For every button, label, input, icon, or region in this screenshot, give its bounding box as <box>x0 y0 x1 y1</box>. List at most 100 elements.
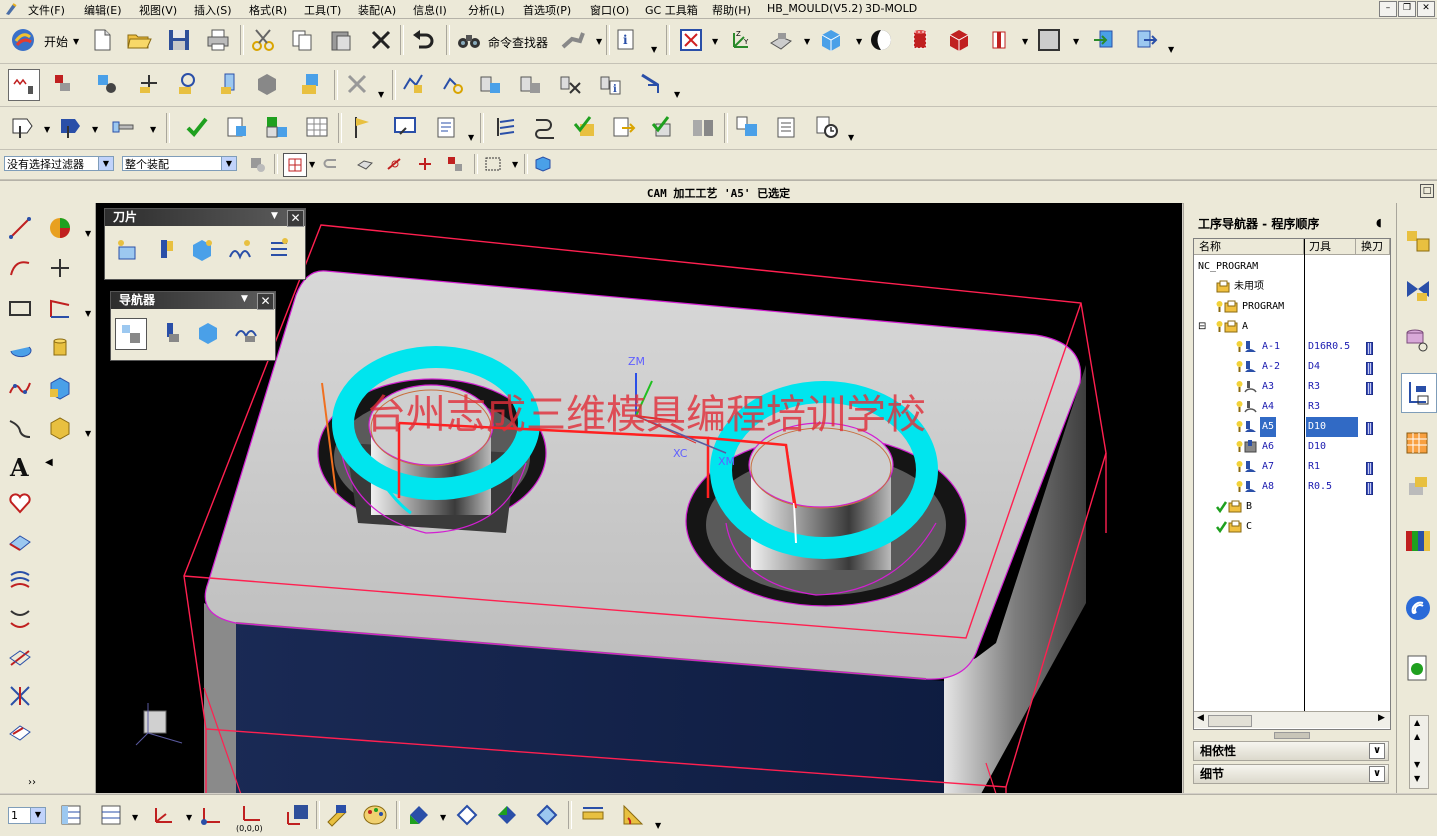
geometry-view-icon[interactable] <box>193 318 223 348</box>
fit-view-icon[interactable] <box>676 25 706 55</box>
create-method-icon[interactable] <box>296 69 326 99</box>
line-icon[interactable] <box>5 213 35 243</box>
dependencies-section[interactable]: 相依性 ∨ <box>1193 741 1389 761</box>
check-tool-icon[interactable] <box>648 112 678 142</box>
edit-object-display-icon[interactable] <box>322 800 352 830</box>
return-icon[interactable] <box>320 153 342 175</box>
undo-icon[interactable] <box>408 25 438 55</box>
post-process-icon[interactable] <box>636 69 666 99</box>
section-curve-icon[interactable] <box>5 718 35 748</box>
menu-file[interactable]: 文件(F) <box>28 2 65 18</box>
close-icon[interactable]: ✕ <box>257 293 274 310</box>
constraint-navigator-tab-icon[interactable] <box>1401 271 1435 309</box>
graphics-window[interactable]: ZM XM XC 台州志成三维模具编程培训学校 刀片 ▼ ✕ 导航器 ▼ ✕ <box>96 203 1182 793</box>
tree-row[interactable]: 未用项 <box>1194 277 1390 297</box>
tree-row[interactable]: PROGRAM <box>1194 297 1390 317</box>
toolpath-info-icon[interactable]: i <box>596 69 626 99</box>
replay-toolpath-icon[interactable] <box>476 69 506 99</box>
tree-row[interactable]: A-2 D4 <box>1194 357 1390 377</box>
machine-cycle-icon[interactable] <box>8 112 38 142</box>
create-program-icon[interactable] <box>111 235 141 265</box>
program-order-view-icon[interactable] <box>8 69 40 101</box>
command-finder-label[interactable]: 命令查找器 <box>488 34 548 51</box>
shop-doc-icon[interactable] <box>222 112 252 142</box>
resource-scroll[interactable]: ▲ ▲ ▼ ▼ <box>1409 715 1429 789</box>
rectangle-select-icon[interactable] <box>482 153 504 175</box>
endpoint-snap-icon[interactable] <box>384 153 406 175</box>
details-section[interactable]: 细节 ∨ <box>1193 764 1389 784</box>
column-header-tool-change[interactable]: 换刀 <box>1356 239 1390 255</box>
part-navigator-tab-icon[interactable] <box>1401 321 1435 359</box>
cut-icon[interactable] <box>248 25 278 55</box>
tree-row[interactable]: A5 D10 <box>1194 417 1390 437</box>
create-method-icon[interactable] <box>225 235 255 265</box>
create-program-icon[interactable] <box>172 69 202 99</box>
display-toolpath-icon[interactable] <box>390 112 420 142</box>
export-icon[interactable] <box>608 112 638 142</box>
cylinder-icon[interactable] <box>45 333 75 363</box>
machine-tool-view-icon[interactable] <box>48 69 78 99</box>
generate-toolpath-icon[interactable] <box>398 69 428 99</box>
selection-scope-select[interactable]: 整个装配 ▼ <box>122 156 237 171</box>
solid-select-icon[interactable] <box>354 153 376 175</box>
tree-row[interactable]: A4 R3 <box>1194 397 1390 417</box>
menu-information[interactable]: 信息(I) <box>413 2 447 18</box>
cube-icon[interactable] <box>532 153 554 175</box>
new-icon[interactable] <box>87 25 117 55</box>
background-color-icon[interactable] <box>1034 25 1064 55</box>
web-browser-tab-icon[interactable] <box>1401 589 1435 627</box>
delete-object-icon[interactable] <box>342 69 372 99</box>
menu-window[interactable]: 窗口(O) <box>590 2 629 18</box>
edit-toolpath-icon[interactable] <box>438 69 468 99</box>
batch-process-icon[interactable] <box>262 112 292 142</box>
minimize-button[interactable]: – <box>1379 1 1397 17</box>
curve-icon[interactable] <box>5 413 35 443</box>
control-point-icon[interactable] <box>444 153 466 175</box>
point-icon[interactable] <box>45 253 75 283</box>
text-icon[interactable]: A <box>5 451 35 481</box>
tree-row[interactable]: NC_PROGRAM <box>1194 257 1390 277</box>
spline-icon[interactable] <box>5 373 35 403</box>
measure-distance-icon[interactable] <box>578 800 608 830</box>
menu-format[interactable]: 格式(R) <box>249 2 287 18</box>
menu-tools[interactable]: 工具(T) <box>304 2 341 18</box>
arc-icon[interactable] <box>5 253 35 283</box>
program-order-view-icon[interactable] <box>115 318 147 350</box>
open-icon[interactable] <box>124 25 154 55</box>
tree-row[interactable]: B <box>1194 497 1390 517</box>
flag-icon[interactable] <box>348 112 378 142</box>
orient-view-icon[interactable]: ZY <box>724 25 754 55</box>
tree-row[interactable]: A-1 D16R0.5 <box>1194 337 1390 357</box>
color-wheel-icon[interactable] <box>45 213 75 243</box>
verify-check-icon[interactable] <box>182 112 212 142</box>
tree-row[interactable]: C <box>1194 517 1390 537</box>
feed-table-icon[interactable] <box>302 112 332 142</box>
surface-icon[interactable] <box>5 528 35 558</box>
menu-gc-toolbox[interactable]: GC 工具箱 <box>645 2 698 18</box>
wcs-dynamic-icon[interactable] <box>148 800 178 830</box>
invert-shown-icon[interactable] <box>492 800 522 830</box>
delete-icon[interactable] <box>366 25 396 55</box>
machine-tool-navigator-tab-icon[interactable] <box>1401 425 1435 463</box>
snap-point-icon[interactable] <box>283 153 307 177</box>
revolve-icon[interactable] <box>5 333 35 363</box>
method-view-icon[interactable] <box>134 69 164 99</box>
menu-preferences[interactable]: 首选项(P) <box>523 2 571 18</box>
move-to-layer-icon[interactable] <box>96 800 126 830</box>
scrollbar-thumb[interactable] <box>1208 715 1252 727</box>
operation-navigator-tab-icon[interactable] <box>1401 373 1437 413</box>
restore-button[interactable]: ❐ <box>1398 1 1416 17</box>
start-label[interactable]: 开始 <box>44 33 68 50</box>
menu-insert[interactable]: 插入(S) <box>194 2 232 18</box>
delete-toolpath-icon[interactable] <box>556 69 586 99</box>
show-hide-icon[interactable] <box>404 800 434 830</box>
history-library-tab-icon[interactable] <box>1401 521 1435 559</box>
menu-assembly[interactable]: 装配(A) <box>358 2 396 18</box>
pin-icon[interactable]: ◖ <box>1376 216 1382 229</box>
wire-cylinder-icon[interactable] <box>984 25 1014 55</box>
column-header-tool[interactable]: 刀具 <box>1304 239 1356 255</box>
tool-holder-icon[interactable] <box>108 112 138 142</box>
save-wcs-icon[interactable] <box>282 800 312 830</box>
menu-analysis[interactable]: 分析(L) <box>468 2 505 18</box>
work-layer-select[interactable]: 1 ▼ <box>8 807 46 824</box>
